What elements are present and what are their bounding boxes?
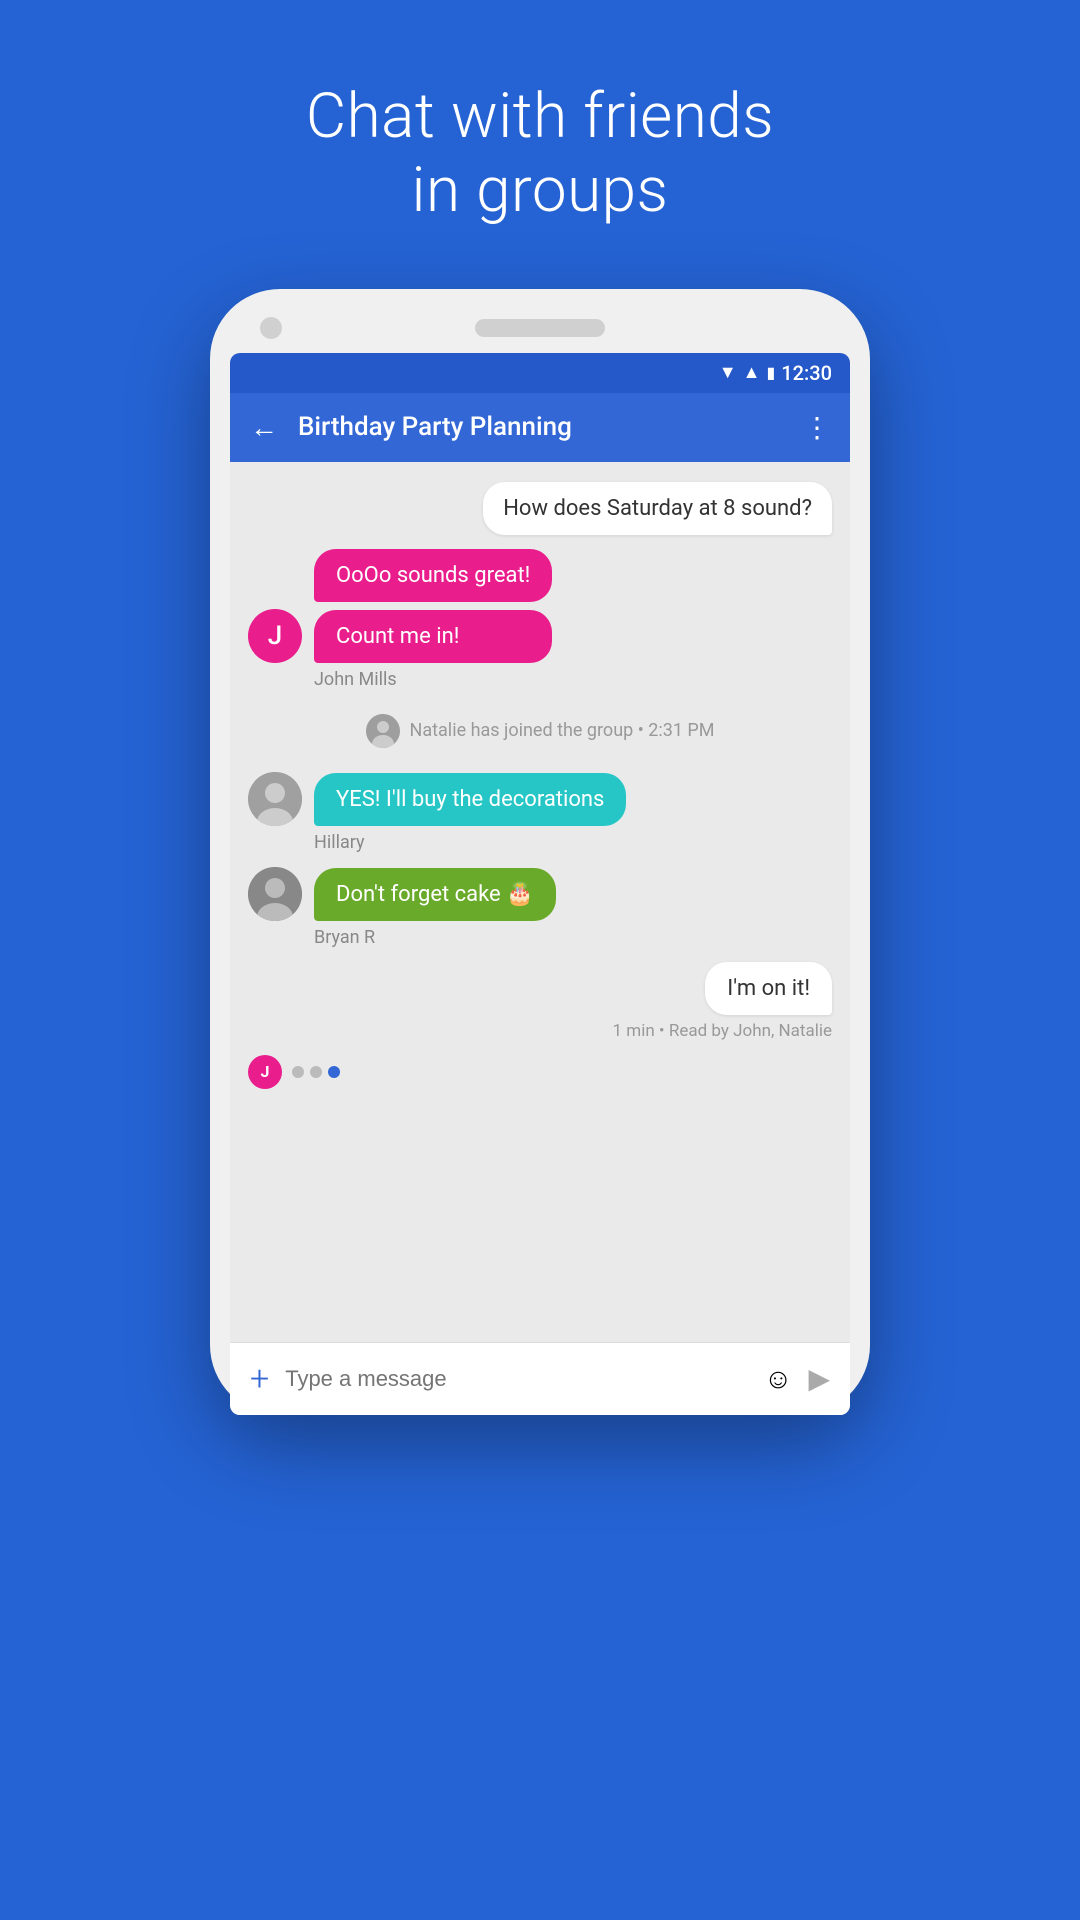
typing-dot-3 [328,1066,340,1078]
message-bubble: Don't forget cake 🎂 [314,868,556,921]
sender-name: John Mills [314,669,397,690]
send-button[interactable]: ▶ [808,1362,830,1395]
message-bubble: OoOo sounds great! [314,549,552,602]
message-bubble: Count me in! [314,610,552,663]
message-input[interactable] [285,1366,748,1392]
typing-dot-1 [292,1066,304,1078]
phone-camera [260,317,282,339]
system-text: Natalie has joined the group • 2:31 PM [410,720,715,741]
outgoing-message-1: How does Saturday at 8 sound? [248,482,832,535]
wifi-icon: ▼ [719,362,737,383]
chat-area: How does Saturday at 8 sound? J OoOo sou… [230,462,850,1342]
typing-dot-2 [310,1066,322,1078]
system-message: Natalie has joined the group • 2:31 PM [248,714,832,748]
read-receipt: 1 min • Read by John, Natalie [613,1021,832,1041]
status-time: 12:30 [781,361,832,385]
phone-mockup: ▼ ▲ ▮ 12:30 ← Birthday Party Planning ⋮ … [210,289,870,1415]
input-bar: + ☺ ▶ [230,1342,850,1415]
more-options-button[interactable]: ⋮ [803,411,830,444]
typing-indicator: J [248,1055,832,1089]
sender-name: Bryan R [314,927,375,948]
chat-title: Birthday Party Planning [298,412,783,442]
message-bubble: YES! I'll buy the decorations [314,773,626,826]
back-button[interactable]: ← [250,411,278,444]
typing-avatar: J [248,1055,282,1089]
status-bar: ▼ ▲ ▮ 12:30 [230,353,850,393]
hillary-avatar [248,772,302,826]
message-bubble: I'm on it! [705,962,832,1015]
app-header: ← Birthday Party Planning ⋮ [230,393,850,462]
phone-screen: ▼ ▲ ▮ 12:30 ← Birthday Party Planning ⋮ … [230,353,850,1415]
bryan-avatar [248,867,302,921]
sender-name: Hillary [314,832,365,853]
incoming-message-hillary: YES! I'll buy the decorations Hillary [248,772,832,853]
incoming-message-john: J OoOo sounds great! Count me in! John M… [248,549,832,690]
typing-dots [292,1066,340,1078]
emoji-button[interactable]: ☺ [764,1362,793,1395]
message-bubble: How does Saturday at 8 sound? [483,482,832,535]
john-avatar: J [248,609,302,663]
hero-title: Chat with friends in groups [306,80,774,229]
natalie-avatar-small [366,714,400,748]
battery-icon: ▮ [766,363,775,382]
attach-button[interactable]: + [250,1359,269,1399]
outgoing-message-last: I'm on it! 1 min • Read by John, Natalie [248,962,832,1041]
signal-icon: ▲ [743,362,761,383]
incoming-message-bryan: Don't forget cake 🎂 Bryan R [248,867,832,948]
phone-speaker [475,319,605,337]
